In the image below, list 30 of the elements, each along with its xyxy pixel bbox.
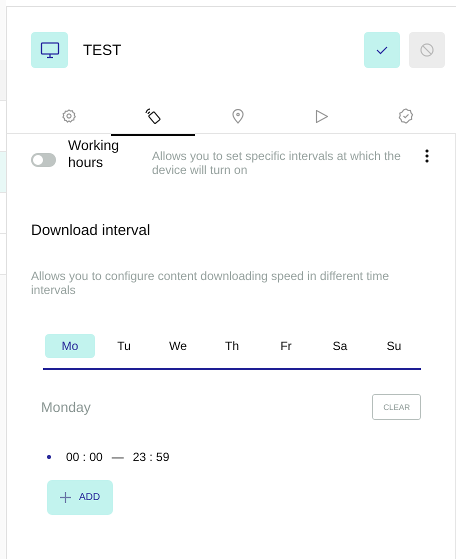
day-tab[interactable]: Fr bbox=[261, 334, 311, 358]
play-icon bbox=[314, 108, 329, 124]
day-tab[interactable]: Mo bbox=[45, 334, 95, 358]
day-tab[interactable]: Su bbox=[369, 334, 419, 358]
add-button[interactable]: ADD bbox=[47, 480, 114, 515]
remote-control-icon bbox=[144, 107, 162, 125]
toggle-switch[interactable] bbox=[31, 153, 56, 167]
end-time: 23 : 59 bbox=[132, 450, 170, 464]
gear-icon bbox=[62, 109, 76, 123]
day-title: Monday bbox=[41, 399, 91, 415]
day-tab[interactable]: Th bbox=[207, 334, 257, 358]
day-tab[interactable]: Sa bbox=[315, 334, 365, 358]
bullet-icon bbox=[47, 455, 51, 459]
confirm-button[interactable] bbox=[364, 32, 400, 68]
check-badge-icon bbox=[398, 108, 414, 124]
section-description: Allows you to configure content downloading speed in different time intervals bbox=[31, 269, 390, 297]
check-icon bbox=[376, 46, 388, 54]
working-hours-description: Allows you to set specific intervals at which the device will turn on bbox=[152, 149, 402, 177]
day-tab[interactable]: Tu bbox=[99, 334, 149, 358]
device-title: TEST bbox=[83, 42, 122, 58]
day-tab[interactable]: We bbox=[153, 334, 203, 358]
working-hours-label: Working hours bbox=[68, 137, 120, 171]
monitor-icon bbox=[31, 32, 68, 68]
more-menu-icon[interactable] bbox=[425, 149, 429, 163]
block-icon bbox=[420, 43, 434, 57]
section-title: Download interval bbox=[31, 222, 152, 239]
start-time: 00 : 00 bbox=[66, 450, 103, 464]
plus-icon bbox=[60, 492, 71, 503]
location-pin-icon bbox=[232, 108, 244, 124]
dash: — bbox=[112, 450, 124, 464]
